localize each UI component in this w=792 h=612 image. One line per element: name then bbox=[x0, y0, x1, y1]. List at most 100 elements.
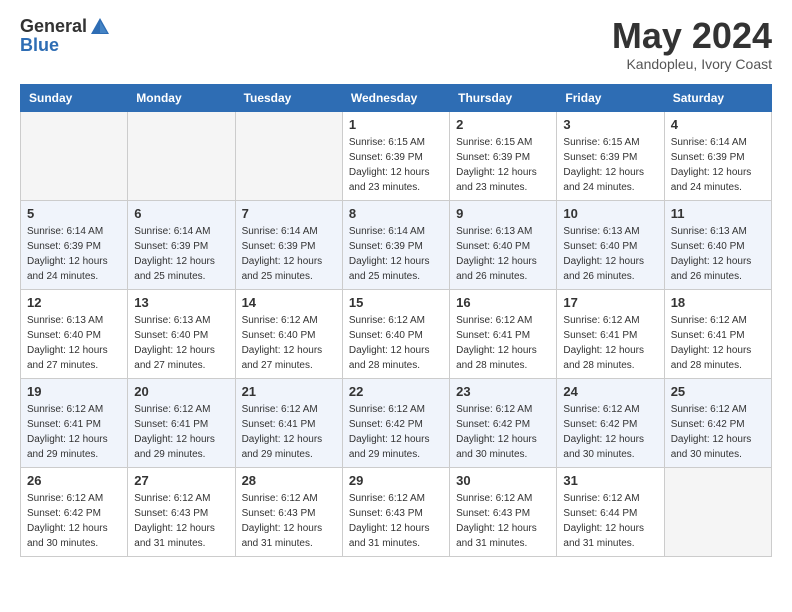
calendar-day-cell: 29Sunrise: 6:12 AM Sunset: 6:43 PM Dayli… bbox=[342, 467, 449, 556]
calendar-day-cell: 21 Sunrise: 6:12 AM Sunset: 6:41 PM Dayli… bbox=[235, 378, 342, 467]
page-header: General Blue May 2024 Kandopleu, Ivory C… bbox=[20, 16, 772, 72]
day-info: Sunrise: 6:13 AM Sunset: 6:40 PM Dayligh… bbox=[563, 224, 657, 284]
logo-blue: Blue bbox=[20, 36, 111, 56]
day-info: Sunrise: 6:12 AM Sunset: 6:42 PM Dayligh… bbox=[563, 402, 657, 462]
day-of-week-header: Saturday bbox=[664, 84, 771, 111]
calendar-day-cell: 30 Sunrise: 6:12 AM Sunset: 6:43 PM Dayli… bbox=[450, 467, 557, 556]
calendar-week-row: 5 Sunrise: 6:14 AM Sunset: 6:39 PM Daylig… bbox=[21, 200, 772, 289]
calendar-day-cell: 8 Sunrise: 6:14 AM Sunset: 6:39 PM Daylig… bbox=[342, 200, 449, 289]
day-info: Sunrise: 6:13 AM Sunset: 6:40 PM Dayligh… bbox=[27, 313, 121, 373]
day-info: Sunrise: 6:15 AM Sunset: 6:39 PM Dayligh… bbox=[563, 135, 657, 195]
calendar-day-cell: 28 Sunrise: 6:12 AM Sunset: 6:43 PM Dayli… bbox=[235, 467, 342, 556]
calendar-day-cell: 17 Sunrise: 6:12 AM Sunset: 6:41 PM Dayli… bbox=[557, 289, 664, 378]
calendar-day-cell: 3 Sunrise: 6:15 AM Sunset: 6:39 PM Daylig… bbox=[557, 111, 664, 200]
day-number: 16 bbox=[456, 295, 550, 310]
day-info: Sunrise: 6:14 AM Sunset: 6:39 PM Dayligh… bbox=[349, 224, 443, 284]
day-number: 27 bbox=[134, 473, 228, 488]
calendar-day-cell: 11Sunrise: 6:13 AM Sunset: 6:40 PM Dayli… bbox=[664, 200, 771, 289]
day-number: 28 bbox=[242, 473, 336, 488]
day-info: Sunrise: 6:12 AM Sunset: 6:41 PM Dayligh… bbox=[563, 313, 657, 373]
calendar-day-cell: 16Sunrise: 6:12 AM Sunset: 6:41 PM Dayli… bbox=[450, 289, 557, 378]
calendar-table: SundayMondayTuesdayWednesdayThursdayFrid… bbox=[20, 84, 772, 557]
day-info: Sunrise: 6:14 AM Sunset: 6:39 PM Dayligh… bbox=[27, 224, 121, 284]
calendar-day-cell: 5 Sunrise: 6:14 AM Sunset: 6:39 PM Daylig… bbox=[21, 200, 128, 289]
day-info: Sunrise: 6:14 AM Sunset: 6:39 PM Dayligh… bbox=[671, 135, 765, 195]
calendar-day-cell: 9Sunrise: 6:13 AM Sunset: 6:40 PM Daylig… bbox=[450, 200, 557, 289]
day-number: 3 bbox=[563, 117, 657, 132]
calendar-day-cell: 22 Sunrise: 6:12 AM Sunset: 6:42 PM Dayli… bbox=[342, 378, 449, 467]
calendar-week-row: 12 Sunrise: 6:13 AM Sunset: 6:40 PM Dayli… bbox=[21, 289, 772, 378]
calendar-week-row: 19 Sunrise: 6:12 AM Sunset: 6:41 PM Dayli… bbox=[21, 378, 772, 467]
day-number: 13 bbox=[134, 295, 228, 310]
day-info: Sunrise: 6:12 AM Sunset: 6:42 PM Dayligh… bbox=[671, 402, 765, 462]
day-of-week-header: Tuesday bbox=[235, 84, 342, 111]
day-number: 2 bbox=[456, 117, 550, 132]
day-info: Sunrise: 6:13 AM Sunset: 6:40 PM Dayligh… bbox=[456, 224, 550, 284]
day-info: Sunrise: 6:12 AM Sunset: 6:41 PM Dayligh… bbox=[134, 402, 228, 462]
day-number: 23 bbox=[456, 384, 550, 399]
day-number: 14 bbox=[242, 295, 336, 310]
calendar-day-cell: 25 Sunrise: 6:12 AM Sunset: 6:42 PM Dayli… bbox=[664, 378, 771, 467]
calendar-day-cell: 6 Sunrise: 6:14 AM Sunset: 6:39 PM Daylig… bbox=[128, 200, 235, 289]
calendar-day-cell: 27 Sunrise: 6:12 AM Sunset: 6:43 PM Dayli… bbox=[128, 467, 235, 556]
day-number: 1 bbox=[349, 117, 443, 132]
day-number: 20 bbox=[134, 384, 228, 399]
calendar-day-cell: 7 Sunrise: 6:14 AM Sunset: 6:39 PM Daylig… bbox=[235, 200, 342, 289]
day-number: 18 bbox=[671, 295, 765, 310]
day-number: 6 bbox=[134, 206, 228, 221]
day-of-week-header: Friday bbox=[557, 84, 664, 111]
day-number: 11 bbox=[671, 206, 765, 221]
day-info: Sunrise: 6:12 AM Sunset: 6:41 PM Dayligh… bbox=[242, 402, 336, 462]
calendar-day-cell: 20 Sunrise: 6:12 AM Sunset: 6:41 PM Dayli… bbox=[128, 378, 235, 467]
day-info: Sunrise: 6:12 AM Sunset: 6:40 PM Dayligh… bbox=[242, 313, 336, 373]
calendar-week-row: 26 Sunrise: 6:12 AM Sunset: 6:42 PM Dayli… bbox=[21, 467, 772, 556]
day-number: 21 bbox=[242, 384, 336, 399]
day-number: 22 bbox=[349, 384, 443, 399]
calendar-day-cell: 4Sunrise: 6:14 AM Sunset: 6:39 PM Daylig… bbox=[664, 111, 771, 200]
location: Kandopleu, Ivory Coast bbox=[612, 56, 772, 72]
day-number: 26 bbox=[27, 473, 121, 488]
calendar-day-cell: 12 Sunrise: 6:13 AM Sunset: 6:40 PM Dayli… bbox=[21, 289, 128, 378]
day-number: 5 bbox=[27, 206, 121, 221]
day-number: 19 bbox=[27, 384, 121, 399]
calendar-day-cell bbox=[664, 467, 771, 556]
calendar-day-cell: 23 Sunrise: 6:12 AM Sunset: 6:42 PM Dayli… bbox=[450, 378, 557, 467]
calendar-day-cell bbox=[235, 111, 342, 200]
day-of-week-header: Monday bbox=[128, 84, 235, 111]
day-number: 8 bbox=[349, 206, 443, 221]
day-number: 17 bbox=[563, 295, 657, 310]
day-number: 24 bbox=[563, 384, 657, 399]
day-info: Sunrise: 6:14 AM Sunset: 6:39 PM Dayligh… bbox=[242, 224, 336, 284]
calendar-day-cell: 14 Sunrise: 6:12 AM Sunset: 6:40 PM Dayli… bbox=[235, 289, 342, 378]
day-number: 30 bbox=[456, 473, 550, 488]
day-number: 29 bbox=[349, 473, 443, 488]
logo-icon bbox=[89, 16, 111, 38]
day-info: Sunrise: 6:12 AM Sunset: 6:43 PM Dayligh… bbox=[456, 491, 550, 551]
calendar-day-cell bbox=[21, 111, 128, 200]
day-info: Sunrise: 6:12 AM Sunset: 6:41 PM Dayligh… bbox=[27, 402, 121, 462]
calendar-day-cell: 15 Sunrise: 6:12 AM Sunset: 6:40 PM Dayli… bbox=[342, 289, 449, 378]
day-info: Sunrise: 6:14 AM Sunset: 6:39 PM Dayligh… bbox=[134, 224, 228, 284]
calendar-day-cell: 19 Sunrise: 6:12 AM Sunset: 6:41 PM Dayli… bbox=[21, 378, 128, 467]
calendar-day-cell: 13 Sunrise: 6:13 AM Sunset: 6:40 PM Dayli… bbox=[128, 289, 235, 378]
day-of-week-header: Thursday bbox=[450, 84, 557, 111]
calendar-day-cell: 31Sunrise: 6:12 AM Sunset: 6:44 PM Dayli… bbox=[557, 467, 664, 556]
day-number: 7 bbox=[242, 206, 336, 221]
day-info: Sunrise: 6:12 AM Sunset: 6:43 PM Dayligh… bbox=[134, 491, 228, 551]
calendar-day-cell: 10 Sunrise: 6:13 AM Sunset: 6:40 PM Dayli… bbox=[557, 200, 664, 289]
day-number: 10 bbox=[563, 206, 657, 221]
day-info: Sunrise: 6:12 AM Sunset: 6:42 PM Dayligh… bbox=[27, 491, 121, 551]
day-info: Sunrise: 6:12 AM Sunset: 6:42 PM Dayligh… bbox=[349, 402, 443, 462]
day-number: 12 bbox=[27, 295, 121, 310]
day-number: 15 bbox=[349, 295, 443, 310]
calendar-day-cell: 24 Sunrise: 6:12 AM Sunset: 6:42 PM Dayli… bbox=[557, 378, 664, 467]
day-info: Sunrise: 6:12 AM Sunset: 6:43 PM Dayligh… bbox=[242, 491, 336, 551]
day-of-week-header: Sunday bbox=[21, 84, 128, 111]
day-info: Sunrise: 6:12 AM Sunset: 6:42 PM Dayligh… bbox=[456, 402, 550, 462]
calendar-day-cell bbox=[128, 111, 235, 200]
day-info: Sunrise: 6:12 AM Sunset: 6:40 PM Dayligh… bbox=[349, 313, 443, 373]
logo: General Blue bbox=[20, 16, 111, 56]
day-info: Sunrise: 6:15 AM Sunset: 6:39 PM Dayligh… bbox=[349, 135, 443, 195]
day-number: 25 bbox=[671, 384, 765, 399]
day-info: Sunrise: 6:13 AM Sunset: 6:40 PM Dayligh… bbox=[134, 313, 228, 373]
